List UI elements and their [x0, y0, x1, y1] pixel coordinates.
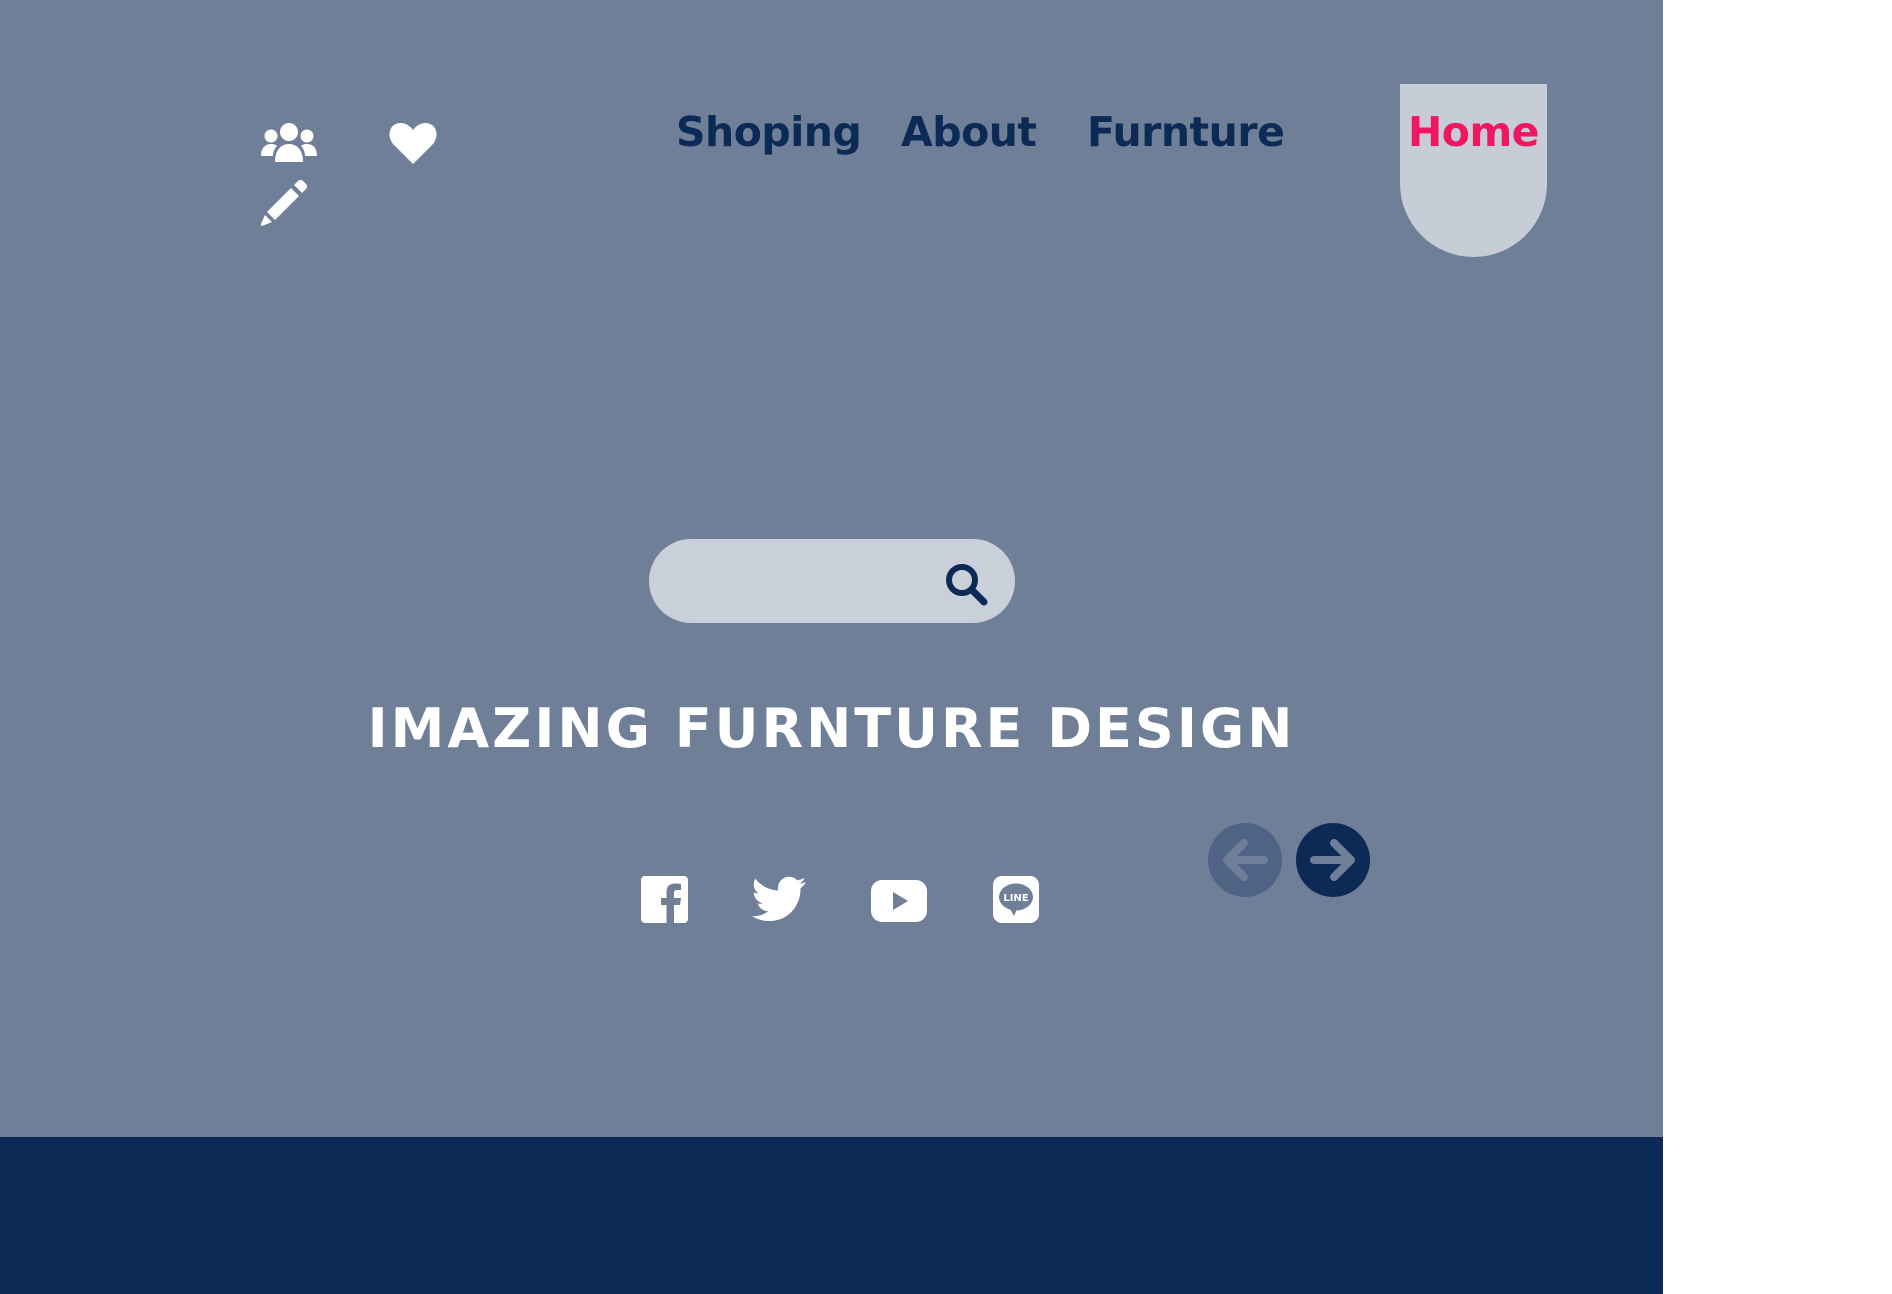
line-icon[interactable]: LINE [993, 876, 1039, 923]
search-bar [649, 539, 1015, 623]
pencil-icon[interactable] [261, 180, 307, 226]
nav-link-shoping[interactable]: Shoping [676, 104, 862, 160]
arrow-right-icon [1310, 839, 1355, 881]
carousel-next-button[interactable] [1296, 823, 1370, 897]
users-icon[interactable] [261, 122, 317, 166]
facebook-icon[interactable] [641, 876, 688, 923]
youtube-icon[interactable] [871, 880, 927, 922]
arrow-left-icon [1223, 839, 1268, 881]
hero-headline-text: IMAZING FURNTURE DESIGN [367, 697, 1296, 760]
nav-home-label: Home [1407, 108, 1540, 156]
nav-link-home[interactable]: Home [1400, 84, 1547, 257]
footer-band [0, 1137, 1663, 1294]
svg-text:LINE: LINE [1003, 893, 1028, 904]
twitter-icon[interactable] [752, 876, 806, 923]
page: Shoping About Furnture Home IMAZING FURN… [0, 0, 1892, 1294]
hero-headline: IMAZING FURNTURE DESIGN [0, 694, 1663, 764]
heart-icon[interactable] [389, 122, 437, 166]
nav-link-about[interactable]: About [901, 104, 1037, 160]
search-icon[interactable] [943, 561, 989, 607]
hero-section: Shoping About Furnture Home IMAZING FURN… [0, 0, 1663, 1137]
nav-link-furnture[interactable]: Furnture [1087, 104, 1285, 160]
search-input[interactable] [677, 555, 931, 609]
carousel-prev-button[interactable] [1208, 823, 1282, 897]
